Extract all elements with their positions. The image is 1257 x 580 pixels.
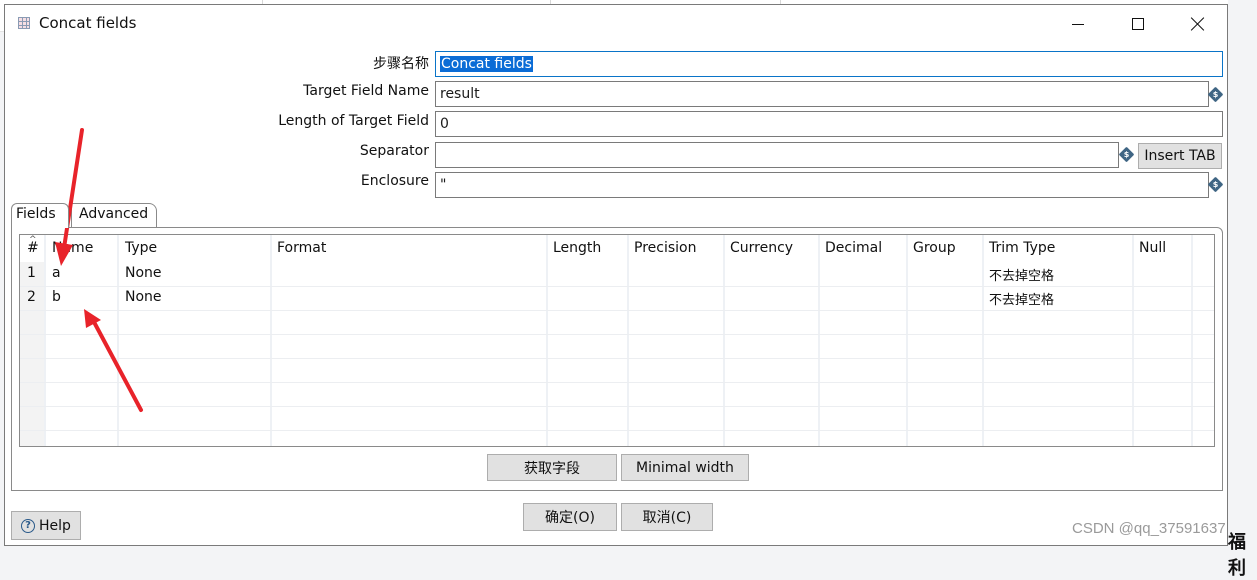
- variable-diamond-icon[interactable]: $: [1207, 86, 1224, 103]
- row-divider: [20, 358, 1214, 359]
- cell-name[interactable]: a: [52, 265, 61, 281]
- watermark: CSDN @qq_37591637: [1072, 520, 1226, 537]
- cell-name[interactable]: b: [52, 289, 61, 305]
- help-button[interactable]: ? Help: [11, 511, 81, 540]
- cell-trim-type[interactable]: 不去掉空格: [989, 265, 1054, 284]
- enclosure-label: Enclosure: [360, 173, 429, 189]
- column-header-currency[interactable]: Currency: [730, 240, 793, 256]
- row-divider: [20, 310, 1214, 311]
- row-divider: [20, 382, 1214, 383]
- separator-label: Separator: [359, 143, 429, 159]
- close-button[interactable]: [1175, 5, 1221, 43]
- enclosure-value: ": [440, 177, 447, 193]
- tab-advanced[interactable]: Advanced: [71, 203, 157, 227]
- get-fields-button[interactable]: 获取字段: [487, 454, 617, 481]
- row-number[interactable]: 1: [27, 265, 36, 281]
- length-of-target-field-value: 0: [440, 116, 449, 132]
- window-title: Concat fields: [39, 14, 137, 32]
- step-name-input[interactable]: Concat fields: [435, 51, 1223, 77]
- tab-fields[interactable]: Fields: [11, 203, 69, 228]
- target-field-name-value: result: [440, 86, 480, 102]
- minimal-width-button[interactable]: Minimal width: [621, 454, 749, 481]
- background-panel: [1228, 0, 1257, 548]
- background-text: 福利: [1228, 532, 1246, 579]
- column-header-format[interactable]: Format: [277, 240, 326, 256]
- row-divider: [20, 334, 1214, 335]
- column-header-decimal[interactable]: Decimal: [825, 240, 882, 256]
- variable-diamond-icon[interactable]: $: [1118, 146, 1135, 163]
- row-divider: [20, 430, 1214, 431]
- cell-type[interactable]: None: [125, 265, 162, 281]
- concat-fields-dialog: Concat fields 步骤名称 Concat fields Target …: [4, 4, 1228, 546]
- maximize-icon: [1132, 18, 1144, 30]
- cell-trim-type[interactable]: 不去掉空格: [989, 289, 1054, 308]
- length-of-target-field-input[interactable]: 0: [435, 111, 1223, 137]
- cell-type[interactable]: None: [125, 289, 162, 305]
- maximize-button[interactable]: [1115, 5, 1161, 43]
- close-icon: [1191, 17, 1205, 31]
- target-field-name-label: Target Field Name: [303, 83, 429, 99]
- minimize-icon: [1072, 23, 1084, 25]
- ok-button[interactable]: 确定(O): [523, 503, 617, 531]
- column-header-group[interactable]: Group: [913, 240, 956, 256]
- column-header-length[interactable]: Length: [553, 240, 601, 256]
- step-name-value: Concat fields: [440, 56, 533, 72]
- insert-tab-button[interactable]: Insert TAB: [1138, 143, 1222, 169]
- cancel-button[interactable]: 取消(C): [621, 503, 713, 531]
- help-label: Help: [39, 517, 71, 534]
- column-header-name[interactable]: Name: [52, 240, 93, 256]
- table-grid-icon: [18, 17, 30, 29]
- column-header-type[interactable]: Type: [125, 240, 157, 256]
- row-divider: [20, 406, 1214, 407]
- row-number[interactable]: 2: [27, 289, 36, 305]
- length-of-target-field-label: Length of Target Field: [278, 113, 429, 129]
- target-field-name-input[interactable]: result: [435, 81, 1209, 107]
- column-header-precision[interactable]: Precision: [634, 240, 696, 256]
- step-name-label: 步骤名称: [373, 56, 429, 72]
- enclosure-input[interactable]: ": [435, 172, 1209, 198]
- row-divider: [20, 286, 1214, 287]
- variable-diamond-icon[interactable]: $: [1207, 176, 1224, 193]
- column-header-number[interactable]: #: [27, 240, 39, 256]
- minimize-button[interactable]: [1055, 5, 1101, 43]
- column-header-null[interactable]: Null: [1139, 240, 1166, 256]
- column-header-trim-type[interactable]: Trim Type: [989, 240, 1055, 256]
- title-bar[interactable]: Concat fields: [5, 5, 1227, 43]
- separator-input[interactable]: [435, 142, 1119, 168]
- help-icon: ?: [21, 518, 36, 533]
- fields-table: ^ # Name Type Format Length Precision Cu…: [19, 234, 1215, 447]
